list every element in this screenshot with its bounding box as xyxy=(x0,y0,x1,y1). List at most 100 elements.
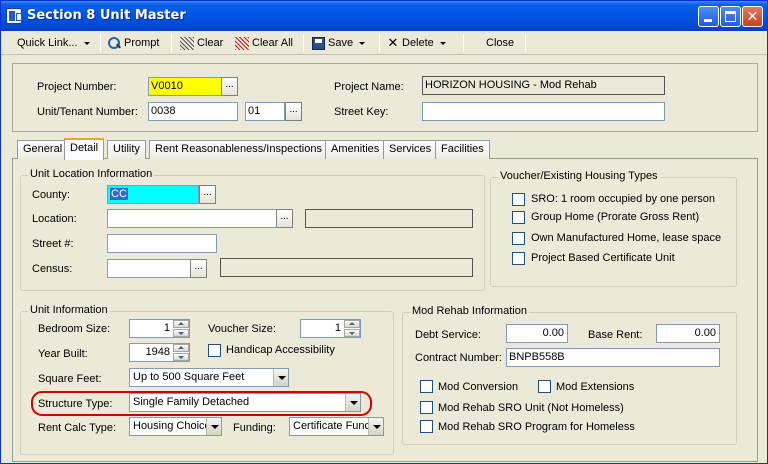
county-input[interactable]: CC xyxy=(107,185,199,204)
census-input[interactable] xyxy=(107,259,191,278)
year-built-label: Year Built: xyxy=(38,348,88,360)
voucher-size-label: Voucher Size: xyxy=(208,323,276,335)
sro-program-checkbox[interactable] xyxy=(420,420,433,433)
tab-amenities[interactable]: Amenities xyxy=(325,140,386,159)
sro-label: SRO: 1 room occupied by one person xyxy=(531,193,716,205)
spin-down-icon[interactable] xyxy=(173,329,189,337)
group-home-label: Group Home (Prorate Gross Rent) xyxy=(531,211,700,223)
street-number-input[interactable] xyxy=(107,234,217,253)
voucher-size-stepper[interactable]: 1 xyxy=(300,319,361,338)
mod-rehab-title: Mod Rehab Information xyxy=(410,305,529,317)
save-button[interactable]: Save xyxy=(312,34,366,52)
delete-label: Delete xyxy=(402,37,434,49)
census-lookup-button[interactable]: ... xyxy=(190,259,207,278)
spin-up-icon[interactable] xyxy=(173,344,189,352)
funding-label: Funding: xyxy=(233,422,276,434)
base-rent-label: Base Rent: xyxy=(588,329,643,341)
chevron-down-icon xyxy=(359,41,366,45)
clear-all-icon xyxy=(235,36,249,50)
location-lookup-button[interactable]: ... xyxy=(276,209,293,228)
unit-number-input[interactable]: 0038 xyxy=(148,102,238,121)
square-feet-value: Up to 500 Square Feet xyxy=(133,371,245,383)
title-bar[interactable]: Section 8 Unit Master ✕ xyxy=(1,1,767,31)
square-feet-select[interactable]: Up to 500 Square Feet xyxy=(129,368,289,387)
debt-service-input[interactable]: 0.00 xyxy=(506,324,568,343)
voucher-types-title: Voucher/Existing Housing Types xyxy=(498,170,660,182)
project-number-lookup-button[interactable]: ... xyxy=(221,77,238,96)
toolbar: Quick Link... Prompt Clear Clear All Sav… xyxy=(1,31,767,55)
minimize-button[interactable] xyxy=(698,6,719,27)
sro-unit-checkbox[interactable] xyxy=(420,401,433,414)
tenant-suffix-input[interactable]: 01 xyxy=(245,102,285,121)
sro-checkbox[interactable] xyxy=(512,193,525,206)
chevron-down-icon[interactable] xyxy=(206,418,221,435)
group-home-checkbox[interactable] xyxy=(512,211,525,224)
sro-unit-label: Mod Rehab SRO Unit (Not Homeless) xyxy=(438,402,624,414)
project-name-label: Project Name: xyxy=(334,81,404,93)
prompt-button[interactable]: Prompt xyxy=(108,34,159,52)
bedroom-size-stepper[interactable]: 1 xyxy=(129,319,190,338)
clear-icon xyxy=(180,36,194,50)
save-label: Save xyxy=(328,37,354,49)
mod-conversion-checkbox[interactable] xyxy=(420,380,433,393)
base-rent-input[interactable]: 0.00 xyxy=(656,324,720,343)
square-feet-label: Square Feet: xyxy=(38,373,102,385)
manufactured-home-label: Own Manufactured Home, lease space xyxy=(531,232,722,244)
project-based-checkbox[interactable] xyxy=(512,252,525,265)
tab-general[interactable]: General xyxy=(17,140,69,159)
funding-select[interactable]: Certificate Func xyxy=(289,417,384,436)
funding-value: Certificate Func xyxy=(293,420,371,432)
tab-services[interactable]: Services xyxy=(383,140,438,159)
close-icon: ✕ xyxy=(746,8,759,24)
tab-rent-reasonableness[interactable]: Rent Reasonableness/Inspections xyxy=(149,140,328,159)
window-title: Section 8 Unit Master xyxy=(27,8,186,23)
street-number-label: Street #: xyxy=(32,238,74,250)
rent-calc-type-select[interactable]: Housing Choice xyxy=(129,417,222,436)
unit-tenant-label: Unit/Tenant Number: xyxy=(37,106,138,118)
street-key-input[interactable] xyxy=(422,102,665,121)
tab-utility[interactable]: Utility xyxy=(107,140,146,159)
street-key-label: Street Key: xyxy=(334,106,389,118)
clear-all-button[interactable]: Clear All xyxy=(235,34,293,52)
chevron-down-icon xyxy=(439,41,446,45)
project-number-label: Project Number: xyxy=(37,81,117,93)
spin-down-icon[interactable] xyxy=(173,353,189,361)
unit-lookup-button[interactable]: ... xyxy=(285,102,302,121)
mod-conversion-label: Mod Conversion xyxy=(438,381,519,393)
close-button[interactable]: Close xyxy=(486,34,514,52)
search-icon xyxy=(108,36,121,50)
chevron-down-icon[interactable] xyxy=(273,369,288,386)
spin-up-icon[interactable] xyxy=(173,320,189,328)
tab-facilities[interactable]: Facilities xyxy=(435,140,490,159)
quick-link-button[interactable]: Quick Link... xyxy=(17,34,90,52)
delete-icon: ✕ xyxy=(387,35,399,51)
mod-extensions-checkbox[interactable] xyxy=(538,380,551,393)
save-icon xyxy=(312,36,325,50)
county-lookup-button[interactable]: ... xyxy=(199,185,216,204)
manufactured-home-checkbox[interactable] xyxy=(512,232,525,245)
minimize-icon xyxy=(704,19,712,22)
chevron-down-icon[interactable] xyxy=(368,418,383,435)
year-built-value: 1948 xyxy=(145,346,170,358)
clear-all-label: Clear All xyxy=(252,37,293,49)
maximize-button[interactable] xyxy=(720,6,741,27)
spin-up-icon[interactable] xyxy=(344,320,360,328)
project-based-label: Project Based Certificate Unit xyxy=(531,252,675,264)
project-number-input[interactable]: V0010 xyxy=(148,77,222,96)
tab-detail[interactable]: Detail xyxy=(64,138,105,160)
close-window-button[interactable]: ✕ xyxy=(742,6,763,27)
spin-down-icon[interactable] xyxy=(344,329,360,337)
sro-program-label: Mod Rehab SRO Program for Homeless xyxy=(438,421,635,433)
contract-number-input[interactable]: BNPB558B xyxy=(506,348,720,367)
census-label: Census: xyxy=(32,263,73,275)
quick-link-label: Quick Link... xyxy=(17,37,78,49)
delete-button[interactable]: ✕ Delete xyxy=(387,34,446,52)
clear-button[interactable]: Clear xyxy=(180,34,223,52)
location-input[interactable] xyxy=(107,209,277,228)
contract-number-label: Contract Number: xyxy=(415,352,502,364)
census-description-field xyxy=(220,258,473,277)
unit-information-title: Unit Information xyxy=(28,304,110,316)
year-built-stepper[interactable]: 1948 xyxy=(129,343,190,362)
handicap-label: Handicap Accessibility xyxy=(226,344,335,356)
handicap-checkbox[interactable] xyxy=(208,344,221,357)
